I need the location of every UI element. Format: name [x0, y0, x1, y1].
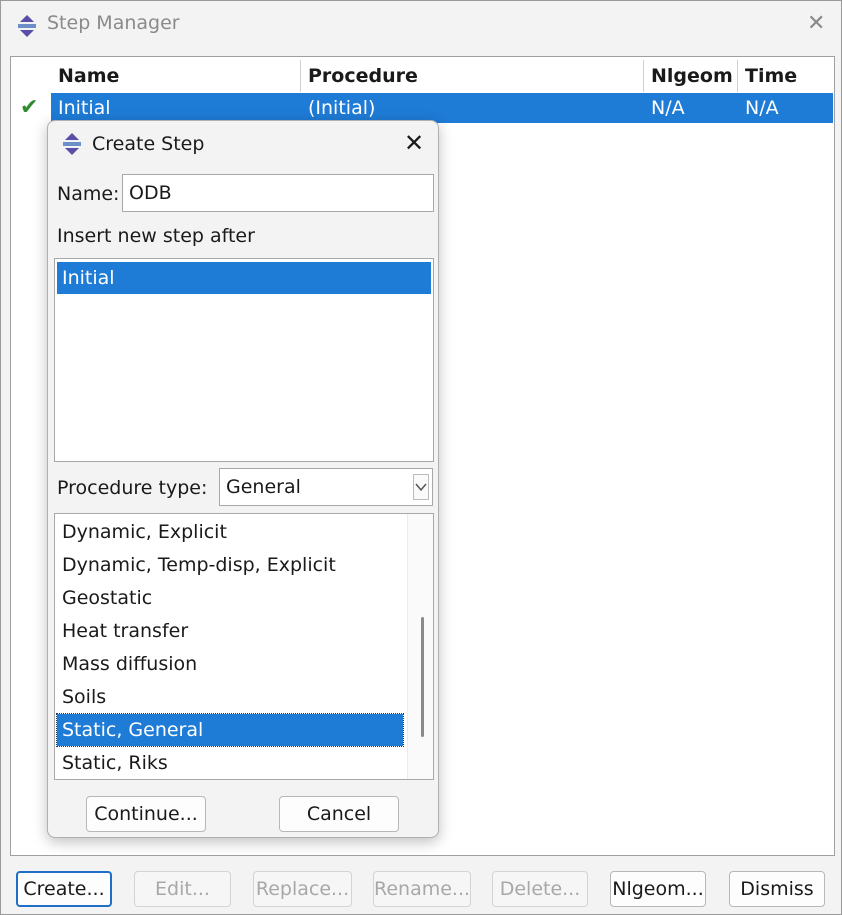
- cell-name: Initial: [58, 97, 111, 119]
- column-header-time[interactable]: Time: [738, 60, 833, 92]
- insert-after-label: Insert new step after: [57, 225, 255, 247]
- create-step-dialog: Create Step ✕ Name: Insert new step afte…: [47, 120, 439, 838]
- list-item[interactable]: Initial: [57, 262, 431, 294]
- procedure-type-value: General: [226, 476, 301, 498]
- chevron-down-icon[interactable]: [413, 474, 429, 500]
- list-item[interactable]: Heat transfer: [57, 615, 403, 647]
- delete-button[interactable]: Delete...: [492, 871, 588, 907]
- dialog-close-icon[interactable]: ✕: [404, 131, 424, 155]
- dismiss-button[interactable]: Dismiss: [729, 871, 825, 907]
- list-item-selected[interactable]: Static, General: [56, 713, 404, 747]
- title-bar: Step Manager ✕: [1, 1, 841, 51]
- column-header-procedure[interactable]: Procedure: [301, 60, 644, 92]
- procedure-type-label: Procedure type:: [57, 477, 208, 499]
- scrollbar-thumb[interactable]: [421, 617, 424, 737]
- window-title: Step Manager: [47, 12, 180, 34]
- insert-after-list[interactable]: Initial: [54, 258, 434, 462]
- nlgeom-button[interactable]: Nlgeom...: [610, 871, 706, 907]
- replace-button[interactable]: Replace...: [253, 871, 352, 907]
- name-label: Name:: [57, 183, 120, 205]
- create-button[interactable]: Create...: [16, 871, 112, 907]
- list-item[interactable]: Geostatic: [57, 582, 403, 614]
- continue-button[interactable]: Continue...: [86, 796, 206, 832]
- cell-procedure: (Initial): [308, 97, 376, 119]
- procedure-type-select[interactable]: General: [219, 468, 433, 506]
- list-item[interactable]: Mass diffusion: [57, 648, 403, 680]
- list-item[interactable]: Dynamic, Explicit: [57, 516, 403, 548]
- cancel-button[interactable]: Cancel: [279, 796, 399, 832]
- list-item[interactable]: Static, Riks: [57, 747, 403, 779]
- scrollbar[interactable]: [407, 514, 433, 779]
- list-item[interactable]: Soils: [57, 681, 403, 713]
- name-input[interactable]: [122, 174, 434, 212]
- app-icon: [60, 132, 84, 161]
- procedure-list[interactable]: Dynamic, Explicit Dynamic, Temp-disp, Ex…: [54, 513, 434, 780]
- edit-button[interactable]: Edit...: [134, 871, 231, 907]
- cell-time: N/A: [745, 97, 779, 119]
- checkmark-icon: ✔: [20, 95, 39, 120]
- rename-button[interactable]: Rename...: [373, 871, 471, 907]
- table-header: Name Procedure Nlgeom Time: [51, 60, 833, 92]
- column-header-nlgeom[interactable]: Nlgeom: [644, 60, 738, 92]
- column-header-name[interactable]: Name: [51, 60, 301, 92]
- table-row[interactable]: Initial (Initial) N/A N/A: [51, 93, 833, 123]
- app-icon: [15, 14, 39, 43]
- list-item[interactable]: Dynamic, Temp-disp, Explicit: [57, 549, 403, 581]
- dialog-title: Create Step: [92, 133, 205, 155]
- button-bar: Create... Edit... Replace... Rename... D…: [1, 859, 841, 915]
- cell-nlgeom: N/A: [651, 97, 685, 119]
- window-close-icon[interactable]: ✕: [807, 13, 825, 35]
